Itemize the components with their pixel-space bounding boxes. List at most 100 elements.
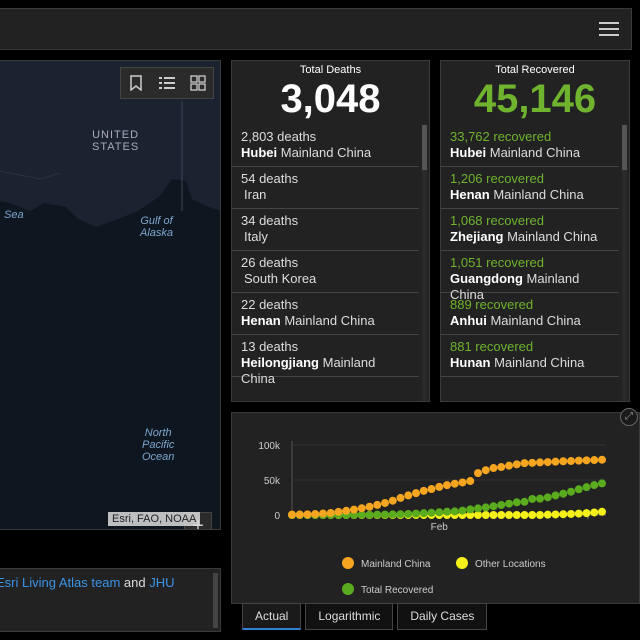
list-item-country: Mainland China: [280, 313, 375, 328]
data-point: [551, 457, 560, 466]
expand-icon[interactable]: ⤢: [620, 408, 638, 426]
list-item[interactable]: 26 deaths South Korea: [232, 251, 419, 293]
list-item-country: Mainland China: [503, 229, 598, 244]
source-link-jhu[interactable]: JHU: [149, 575, 174, 590]
data-point: [559, 457, 568, 466]
deaths-list[interactable]: 2,803 deaths Hubei Mainland China 54 death…: [232, 125, 419, 401]
recovered-panel: Total Recovered 45,146 33,762 recovered H…: [440, 60, 630, 402]
list-item[interactable]: 1,068 recovered Zhejiang Mainland China: [441, 209, 619, 251]
tab-daily-cases[interactable]: Daily Cases: [397, 603, 488, 630]
list-item-country: Italy: [244, 229, 268, 244]
data-point: [582, 456, 591, 465]
data-point: [419, 509, 428, 518]
data-point: [419, 486, 428, 495]
data-point: [536, 511, 544, 519]
list-item-location: Zhejiang Mainland China: [450, 229, 610, 245]
data-point: [396, 510, 405, 519]
data-point: [342, 506, 351, 515]
data-point: [567, 457, 575, 466]
list-item-country: Mainland China: [277, 145, 372, 160]
list-item[interactable]: 54 deaths Iran: [232, 167, 419, 209]
bookmark-icon[interactable]: [126, 73, 146, 93]
data-point: [404, 509, 413, 518]
list-item[interactable]: 22 deaths Henan Mainland China: [232, 293, 419, 335]
recovered-title: Total Recovered: [495, 64, 575, 76]
menu-icon[interactable]: [597, 18, 621, 40]
recovered-scrollbar[interactable]: [622, 125, 627, 401]
data-point: [489, 511, 498, 519]
list-item-region: Zhejiang: [450, 229, 504, 244]
data-point: [450, 507, 459, 516]
list-icon[interactable]: [157, 73, 177, 93]
data-point: [582, 483, 591, 492]
data-point: [512, 498, 521, 507]
list-item-location: South Korea: [241, 271, 410, 287]
data-point: [373, 510, 382, 519]
list-item-location: Henan Mainland China: [241, 313, 410, 329]
data-point: [559, 510, 568, 519]
data-point: [427, 508, 436, 517]
cases-chart: 0 50k 100k Feb Mainland China Other Locations…: [258, 441, 606, 596]
data-point: [567, 509, 575, 518]
list-item-value: 26 deaths: [241, 255, 299, 270]
scrollbar[interactable]: [213, 573, 218, 628]
data-point: [474, 504, 482, 513]
data-point: [319, 509, 327, 518]
data-point: [536, 494, 544, 503]
tab-actual[interactable]: Actual: [242, 603, 302, 630]
data-point: [551, 510, 560, 519]
list-item[interactable]: 889 recovered Anhui Mainland China: [441, 293, 619, 335]
list-item[interactable]: 34 deaths Italy: [232, 209, 419, 251]
list-item-region: Hubei: [450, 145, 487, 160]
list-item-value: 2,803 deaths: [241, 129, 317, 144]
data-point: [466, 505, 475, 514]
data-point: [528, 458, 537, 467]
map-view[interactable]: UNITED STATES Sea Gulf of Alaska North Paci…: [0, 60, 221, 530]
recovered-list[interactable]: 33,762 recovered Hubei Mainland China 1,20…: [441, 125, 619, 401]
list-item[interactable]: 1,206 recovered Henan Mainland China: [441, 167, 619, 209]
deaths-total: 3,048: [280, 77, 381, 121]
data-point: [427, 485, 436, 494]
data-point: [458, 506, 467, 515]
legend-label: Other Locations: [475, 559, 546, 570]
list-item[interactable]: 13 deaths Heilongjiang Mainland China: [232, 335, 419, 386]
data-point: [466, 477, 475, 486]
legend-marker: [342, 583, 354, 595]
list-item[interactable]: 33,762 recovered Hubei Mainland China: [441, 125, 619, 167]
data-point: [435, 508, 444, 517]
list-item[interactable]: 881 recovered Hunan Mainland China: [441, 335, 619, 377]
deaths-scrollbar[interactable]: [422, 125, 427, 401]
chart-tabs: Actual Logarithmic Daily Cases: [242, 603, 491, 630]
list-item-region: Anhui: [450, 313, 487, 328]
list-item-country: Mainland China: [486, 145, 581, 160]
list-item-location: Hubei Mainland China: [450, 145, 610, 161]
list-item-country: South Korea: [244, 271, 317, 286]
basemap-gallery-icon[interactable]: [188, 73, 208, 93]
list-item[interactable]: 1,051 recovered Guangdong Mainland China: [441, 251, 619, 302]
data-point: [512, 460, 521, 469]
list-item-region: Hunan: [450, 355, 491, 370]
list-item-location: Heilongjiang Mainland China: [241, 355, 410, 387]
data-point: [528, 511, 537, 519]
top-bar: [0, 8, 632, 50]
data-point: [435, 482, 444, 491]
list-item-value: 13 deaths: [241, 339, 299, 354]
data-point: [288, 510, 296, 519]
list-item-country: Mainland China: [489, 187, 584, 202]
data-point: [520, 497, 529, 506]
list-item[interactable]: 2,803 deaths Hubei Mainland China: [232, 125, 419, 167]
source-link-esri[interactable]: Esri Living Atlas team: [0, 575, 120, 590]
list-item-value: 1,051 recovered: [450, 255, 544, 270]
data-point: [396, 493, 405, 502]
data-point: [381, 510, 389, 519]
data-point: [497, 463, 506, 472]
y-tick-label: 100k: [258, 441, 281, 452]
list-item-country: Iran: [244, 187, 267, 202]
data-point: [543, 458, 552, 467]
map-label-sea: Sea: [4, 209, 24, 221]
tab-logarithmic[interactable]: Logarithmic: [305, 603, 394, 630]
data-point: [590, 508, 599, 517]
data-point: [497, 511, 506, 519]
data-point: [598, 479, 606, 488]
data-point: [590, 481, 599, 490]
